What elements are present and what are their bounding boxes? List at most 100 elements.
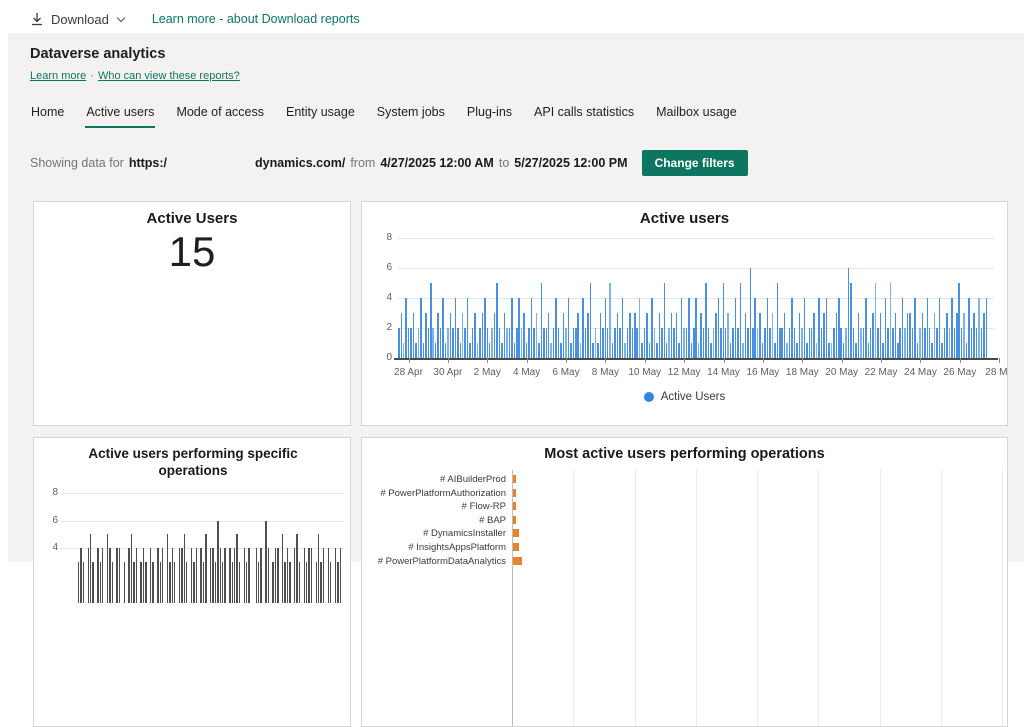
bar xyxy=(400,313,402,358)
bar xyxy=(533,328,535,358)
most-active-users-chart-card: Most active users performing operations … xyxy=(361,437,1008,727)
bar xyxy=(555,298,557,358)
kpi-card-value: 15 xyxy=(168,228,216,275)
bar xyxy=(975,328,978,358)
bar xyxy=(599,313,602,358)
change-filters-button[interactable]: Change filters xyxy=(641,150,748,176)
bar xyxy=(306,561,308,604)
category-label: # PowerPlatformAuthorization xyxy=(380,487,506,499)
bar xyxy=(315,561,317,604)
bar xyxy=(737,328,739,358)
bar xyxy=(643,328,646,358)
bar xyxy=(980,328,982,358)
bar xyxy=(169,561,171,604)
tab-system-jobs[interactable]: System jobs xyxy=(376,103,446,128)
bar xyxy=(459,343,461,358)
bar xyxy=(734,298,737,358)
xtick-mark xyxy=(408,358,410,363)
bar xyxy=(520,328,523,358)
bar xyxy=(651,298,653,358)
bar xyxy=(469,343,471,358)
bar xyxy=(322,548,325,603)
xtick-label: 20 May xyxy=(825,367,859,378)
bar xyxy=(938,298,941,358)
bar xyxy=(246,561,248,604)
tab-mode-of-access[interactable]: Mode of access xyxy=(175,103,265,128)
bar xyxy=(604,298,606,358)
tab-active-users[interactable]: Active users xyxy=(85,103,156,128)
tab-mailbox-usage[interactable]: Mailbox usage xyxy=(655,103,738,128)
bar xyxy=(538,343,540,358)
bar xyxy=(793,328,796,358)
bar xyxy=(852,328,855,358)
bar xyxy=(540,283,543,358)
category-label: # PowerPlatformDataAnalytics xyxy=(377,555,506,567)
xtick-label: 24 May xyxy=(904,367,937,378)
bar xyxy=(919,328,921,358)
tab-plug-ins[interactable]: Plug-ins xyxy=(466,103,513,128)
bar xyxy=(906,313,909,358)
bar xyxy=(513,343,515,358)
bar xyxy=(749,268,751,358)
bar xyxy=(909,313,911,358)
gridline-y8 xyxy=(398,238,994,239)
learn-more-link[interactable]: Learn more xyxy=(30,70,86,82)
bar xyxy=(530,298,533,358)
bar xyxy=(818,298,820,358)
bar xyxy=(688,298,690,358)
bar xyxy=(452,328,454,358)
bar xyxy=(648,343,651,358)
bar xyxy=(904,328,906,358)
bar xyxy=(783,313,786,358)
bar xyxy=(710,343,712,358)
bar xyxy=(879,313,882,358)
bar xyxy=(528,328,530,358)
bar xyxy=(675,313,678,358)
bar xyxy=(656,343,658,358)
learn-more-download-link[interactable]: Learn more - about Download reports xyxy=(152,12,360,26)
bar xyxy=(948,328,951,358)
bar xyxy=(606,328,609,358)
bar xyxy=(407,328,410,358)
bar xyxy=(493,313,496,358)
bar xyxy=(761,343,764,358)
tab-api-calls-statistics[interactable]: API calls statistics xyxy=(533,103,635,128)
bar xyxy=(260,548,262,603)
bar xyxy=(924,328,926,358)
bar xyxy=(479,328,481,358)
bar xyxy=(557,328,560,358)
tab-entity-usage[interactable]: Entity usage xyxy=(285,103,356,128)
bar xyxy=(577,313,579,358)
bar xyxy=(523,313,525,358)
bar xyxy=(941,343,943,358)
filter-to-word: to xyxy=(498,156,510,170)
bar xyxy=(697,343,700,358)
active-users-chart-card: Active users 0 2 4 6 8 28 Apr 30 Apr 2 May 4 May… xyxy=(361,201,1008,426)
gridline-x1 xyxy=(573,470,575,726)
download-button[interactable]: Download xyxy=(30,12,126,27)
bar xyxy=(308,548,310,603)
who-can-view-link[interactable]: Who can view these reports? xyxy=(98,70,240,82)
bar xyxy=(567,298,570,358)
bar xyxy=(683,328,685,358)
bar xyxy=(624,343,626,358)
bar xyxy=(205,534,207,604)
x-axis-line xyxy=(394,358,998,360)
active-users-kpi-card: Active Users 15 xyxy=(33,201,351,426)
bar xyxy=(547,313,550,358)
bar xyxy=(636,328,638,358)
bar xyxy=(415,343,417,358)
bar xyxy=(420,298,422,358)
bar xyxy=(535,313,538,358)
bar xyxy=(629,313,631,358)
bar xyxy=(894,313,896,358)
bar xyxy=(796,343,798,358)
xtick-mark xyxy=(644,358,646,363)
bar xyxy=(97,548,99,603)
tab-home[interactable]: Home xyxy=(30,103,65,128)
bar xyxy=(815,343,818,358)
xtick-label: 6 May xyxy=(552,367,580,378)
bar xyxy=(729,343,732,358)
bar xyxy=(798,313,801,358)
kpi-card-title: Active Users xyxy=(146,210,238,227)
